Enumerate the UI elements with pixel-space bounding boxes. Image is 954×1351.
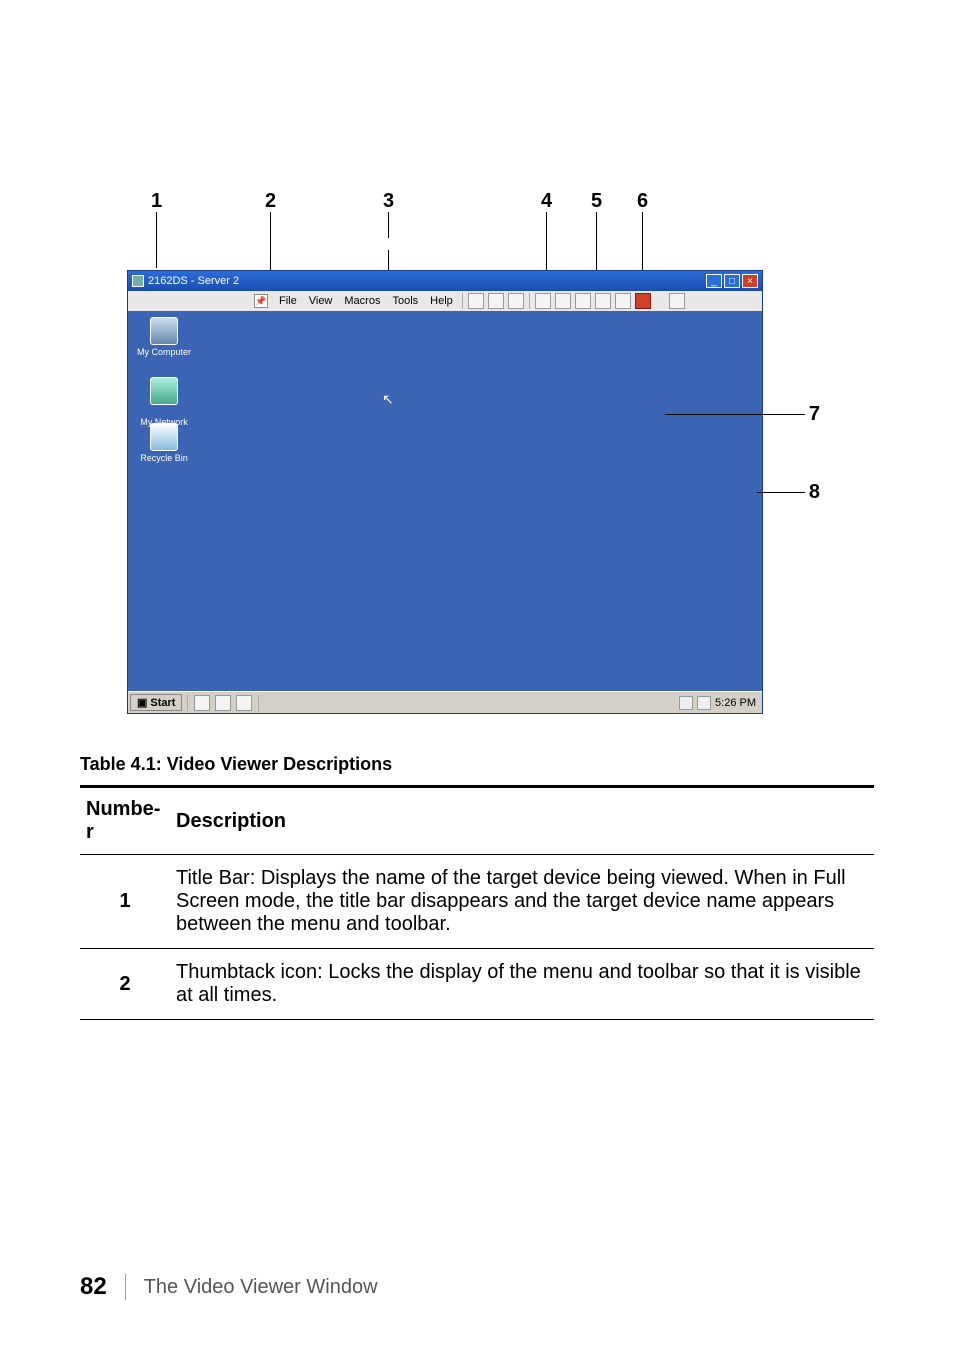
title-bar[interactable]: 2162DS - Server 2 _ □ × (128, 271, 762, 291)
quicklaunch-icon-2[interactable] (215, 695, 231, 711)
toolbar-session-options-icon[interactable] (555, 293, 571, 309)
start-label: Start (150, 697, 175, 709)
toolbar-align-icon[interactable] (468, 293, 484, 309)
window-title: 2162DS - Server 2 (148, 275, 239, 287)
callout-5: 5 (591, 190, 602, 213)
table-row: 2 Thumbtack icon: Locks the display of t… (80, 949, 874, 1020)
desktop-recycle-bin[interactable]: Recycle Bin (134, 423, 194, 463)
row-description: Thumbtack icon: Locks the display of the… (170, 949, 874, 1020)
minimize-button[interactable]: _ (706, 274, 722, 288)
table-title: Table 4.1: Video Viewer Descriptions (80, 754, 874, 775)
recycle-bin-label: Recycle Bin (140, 453, 188, 463)
video-viewer-window: 2162DS - Server 2 _ □ × 📌 File View Macr… (127, 270, 763, 714)
toolbar-single-cursor-icon[interactable] (535, 293, 551, 309)
mouse-cursor-icon: ↖ (382, 391, 394, 408)
callout-7: 7 (809, 403, 820, 426)
page-number: 82 (80, 1273, 107, 1301)
start-button[interactable]: ▣ Start (130, 694, 182, 711)
desktop-my-computer[interactable]: My Computer (134, 317, 194, 357)
table-row: 1 Title Bar: Displays the name of the ta… (80, 855, 874, 949)
toolbar-manual-video-icon[interactable] (575, 293, 591, 309)
tray-icon-1[interactable] (679, 696, 693, 710)
my-computer-icon (150, 317, 178, 345)
close-button[interactable]: × (742, 274, 758, 288)
tray-icon-2[interactable] (697, 696, 711, 710)
row-description: Title Bar: Displays the name of the targ… (170, 855, 874, 949)
menu-file[interactable]: File (274, 295, 302, 307)
menu-toolbar: 📌 File View Macros Tools Help (128, 291, 762, 311)
menu-macros[interactable]: Macros (339, 295, 385, 307)
descriptions-table: Numbe-r Description 1 Title Bar: Display… (80, 785, 874, 1020)
my-computer-label: My Computer (137, 347, 191, 357)
callout-2: 2 (265, 190, 276, 213)
clock: 5:26 PM (715, 697, 756, 709)
callout-6: 6 (637, 190, 648, 213)
toolbar-connected-users-icon[interactable] (635, 293, 651, 309)
remote-desktop-area[interactable]: My Computer My Network Places Recycle Bi… (128, 311, 762, 691)
callout-8: 8 (809, 481, 820, 504)
row-number: 1 (80, 855, 170, 949)
col-header-number: Numbe-r (80, 787, 170, 855)
menu-help[interactable]: Help (425, 295, 458, 307)
quicklaunch-icon-1[interactable] (194, 695, 210, 711)
menu-view[interactable]: View (304, 295, 338, 307)
maximize-button[interactable]: □ (724, 274, 740, 288)
toolbar-virtual-media-icon[interactable] (669, 293, 685, 309)
row-number: 2 (80, 949, 170, 1020)
app-icon (132, 275, 144, 287)
chapter-title: The Video Viewer Window (144, 1276, 378, 1299)
toolbar-screen-icon[interactable] (508, 293, 524, 309)
callout-4: 4 (541, 190, 552, 213)
thumbtack-icon[interactable]: 📌 (254, 294, 268, 308)
col-header-description: Description (170, 787, 874, 855)
toolbar-macro-icon[interactable] (615, 293, 631, 309)
page-footer: 82 The Video Viewer Window (80, 1273, 378, 1301)
windows-logo-icon: ▣ (137, 696, 147, 709)
toolbar-auto-video-icon[interactable] (595, 293, 611, 309)
toolbar-refresh-icon[interactable] (488, 293, 504, 309)
network-places-icon (150, 377, 178, 405)
window-controls: _ □ × (706, 274, 758, 288)
callout-3: 3 (383, 190, 394, 213)
callout-1: 1 (151, 190, 162, 213)
taskbar[interactable]: ▣ Start 5:26 PM (128, 691, 762, 713)
callouts-top: 1 2 3 4 5 6 (127, 190, 827, 270)
recycle-bin-icon (150, 423, 178, 451)
menu-tools[interactable]: Tools (387, 295, 423, 307)
quicklaunch-icon-3[interactable] (236, 695, 252, 711)
